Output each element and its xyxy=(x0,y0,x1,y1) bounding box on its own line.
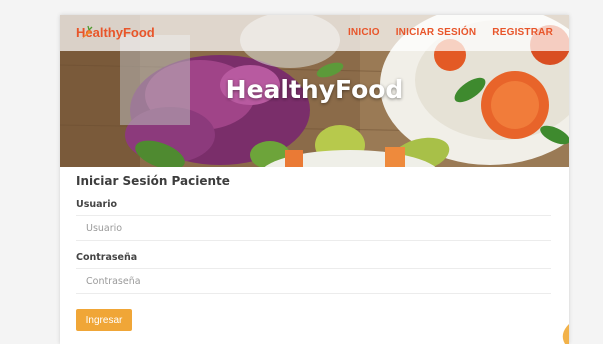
corner-decoration xyxy=(562,324,569,344)
login-form: Iniciar Sesión Paciente Usuario Contrase… xyxy=(76,174,551,331)
carrot-icon xyxy=(82,25,93,39)
password-input[interactable] xyxy=(76,268,551,294)
hero-banner: HealthyFood INICIO INICIAR SESIÓN REGIST… xyxy=(60,15,569,167)
submit-button[interactable]: Ingresar xyxy=(76,309,132,331)
main-card: HealthyFood INICIO INICIAR SESIÓN REGIST… xyxy=(60,15,569,344)
nav-links: INICIO INICIAR SESIÓN REGISTRAR xyxy=(348,27,553,38)
nav-link-registrar[interactable]: REGISTRAR xyxy=(492,27,553,38)
hero-title: HealthyFood xyxy=(225,75,404,104)
password-label: Contraseña xyxy=(76,252,138,263)
nav-link-iniciar-sesion[interactable]: INICIAR SESIÓN xyxy=(396,27,477,38)
nav-link-inicio[interactable]: INICIO xyxy=(348,27,380,38)
username-label: Usuario xyxy=(76,199,118,210)
username-input[interactable] xyxy=(76,215,551,241)
navbar: HealthyFood INICIO INICIAR SESIÓN REGIST… xyxy=(60,15,569,51)
brand-logo[interactable]: HealthyFood xyxy=(76,25,155,40)
form-title: Iniciar Sesión Paciente xyxy=(76,174,230,188)
